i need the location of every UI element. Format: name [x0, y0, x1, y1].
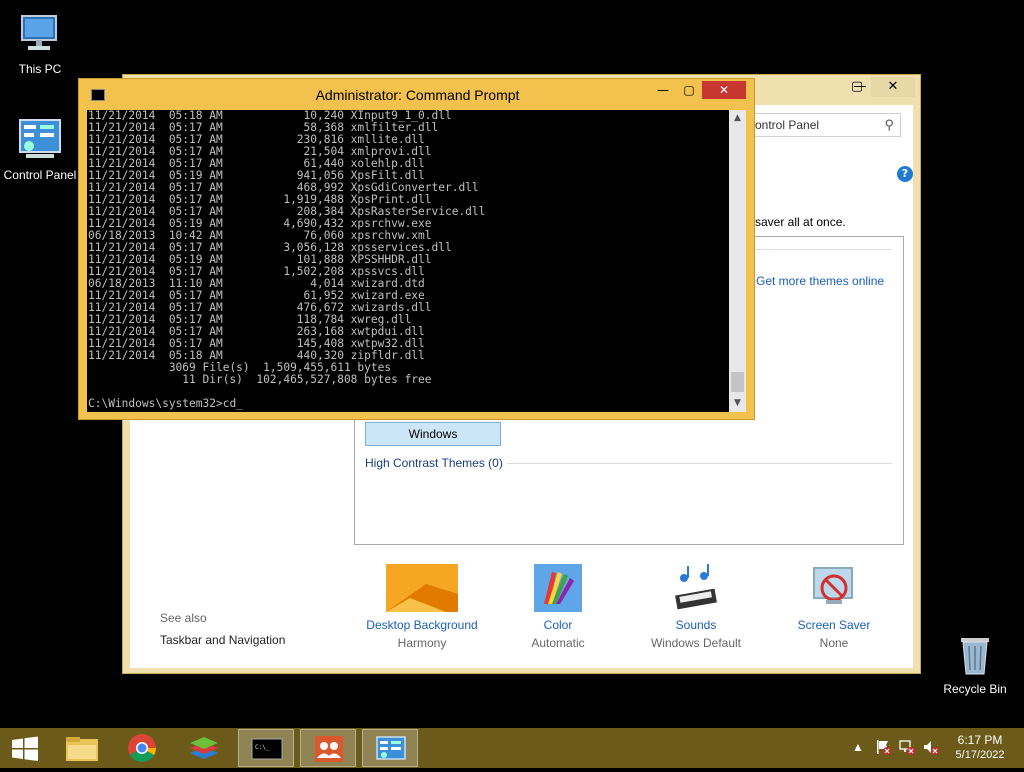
control-panel-label: Control Panel: [3, 168, 77, 182]
search-input[interactable]: ontrol Panel ⚲: [748, 113, 901, 137]
color-icon: [534, 564, 582, 612]
scroll-down-icon[interactable]: ▼: [729, 395, 746, 412]
cmd-console[interactable]: 11/21/2014 05:18 AM 10,240 XInput9_1_0.d…: [87, 110, 729, 412]
cmd-output: 11/21/2014 05:18 AM 10,240 XInput9_1_0.d…: [88, 110, 486, 410]
command-prompt-window[interactable]: Administrator: Command Prompt — ▢ ✕ 11/2…: [78, 78, 755, 420]
cmd-minimize-button[interactable]: —: [650, 81, 676, 99]
divider: [507, 463, 892, 464]
taskbar-file-explorer[interactable]: [54, 729, 110, 767]
recycle-bin-label: Recycle Bin: [943, 682, 1007, 696]
cmd-icon: C:\_: [251, 738, 283, 760]
screen-saver-value: None: [819, 636, 849, 650]
svg-text:C:\_: C:\_: [255, 744, 270, 751]
cmd-scrollbar[interactable]: ▲ ▼: [729, 110, 746, 412]
start-button[interactable]: [0, 729, 50, 767]
clock-date: 5/17/2022: [955, 749, 1005, 761]
see-also-label: See also: [160, 611, 207, 625]
taskbar-control-panel[interactable]: [362, 729, 418, 767]
taskbar-users-app[interactable]: [300, 729, 356, 767]
clock-time: 6:17 PM: [957, 733, 1003, 747]
control-panel-icon: [16, 116, 64, 164]
color-item[interactable]: Color Automatic: [488, 564, 628, 650]
desktop-background-value: Harmony: [397, 636, 447, 650]
cmd-close-button[interactable]: ✕: [702, 81, 746, 99]
taskbar: C:\_ ▲ 6:17 PM 5/17/2022: [0, 728, 1024, 768]
scroll-up-icon[interactable]: ▲: [729, 110, 746, 127]
cmd-titlebar[interactable]: Administrator: Command Prompt — ▢ ✕: [79, 79, 754, 109]
themes-description: saver all at once.: [755, 215, 846, 229]
sounds-value: Windows Default: [650, 636, 742, 650]
color-value: Automatic: [531, 636, 585, 650]
sounds-label: Sounds: [675, 618, 717, 632]
this-pc-label: This PC: [18, 62, 62, 76]
divider: [755, 249, 892, 250]
desktop-background-label: Desktop Background: [366, 618, 478, 632]
show-hidden-icons-icon[interactable]: ▲: [852, 740, 864, 754]
taskbar-navigation-link[interactable]: Taskbar and Navigation: [160, 633, 285, 647]
get-more-themes-link[interactable]: Get more themes online: [756, 274, 884, 288]
bluestacks-icon: [190, 737, 218, 759]
screen-saver-icon: [810, 564, 858, 612]
desktop-icon-this-pc[interactable]: This PC: [0, 10, 80, 76]
search-text: ontrol Panel: [755, 118, 820, 132]
desktop-icon-control-panel[interactable]: Control Panel: [0, 116, 80, 182]
desktop-background-icon: [386, 564, 458, 612]
taskbar-chrome[interactable]: [114, 729, 170, 767]
screen-saver-item[interactable]: Screen Saver None: [764, 564, 904, 650]
desktop-icon-recycle-bin[interactable]: Recycle Bin: [935, 630, 1015, 696]
cp-maximize-button[interactable]: ▢: [845, 77, 869, 97]
volume-muted-icon[interactable]: [922, 738, 940, 759]
scroll-thumb[interactable]: [731, 372, 744, 392]
help-icon[interactable]: ?: [897, 166, 913, 182]
cmd-maximize-button[interactable]: ▢: [676, 81, 702, 99]
screen-saver-label: Screen Saver: [797, 618, 871, 632]
network-icon[interactable]: [898, 738, 916, 759]
windows-logo-icon: [12, 736, 38, 761]
search-icon[interactable]: ⚲: [884, 114, 894, 136]
control-panel-icon: [376, 736, 406, 760]
people-icon: [315, 736, 343, 762]
cp-close-button[interactable]: ✕: [871, 77, 915, 97]
color-label: Color: [543, 618, 573, 632]
high-contrast-themes-header: High Contrast Themes (0): [365, 456, 503, 470]
sounds-icon: [672, 564, 720, 612]
computer-icon: [16, 10, 64, 58]
theme-windows[interactable]: Windows: [365, 422, 501, 446]
clock[interactable]: 6:17 PM 5/17/2022: [950, 733, 1010, 761]
taskbar-command-prompt[interactable]: C:\_: [238, 729, 294, 767]
sounds-item[interactable]: Sounds Windows Default: [626, 564, 766, 650]
chrome-icon: [128, 734, 156, 762]
desktop-background-item[interactable]: Desktop Background Harmony: [352, 564, 492, 650]
folder-icon: [66, 737, 98, 761]
action-center-flag-icon[interactable]: [874, 738, 892, 759]
taskbar-bluestacks[interactable]: [176, 729, 232, 767]
recycle-bin-icon: [951, 630, 999, 678]
